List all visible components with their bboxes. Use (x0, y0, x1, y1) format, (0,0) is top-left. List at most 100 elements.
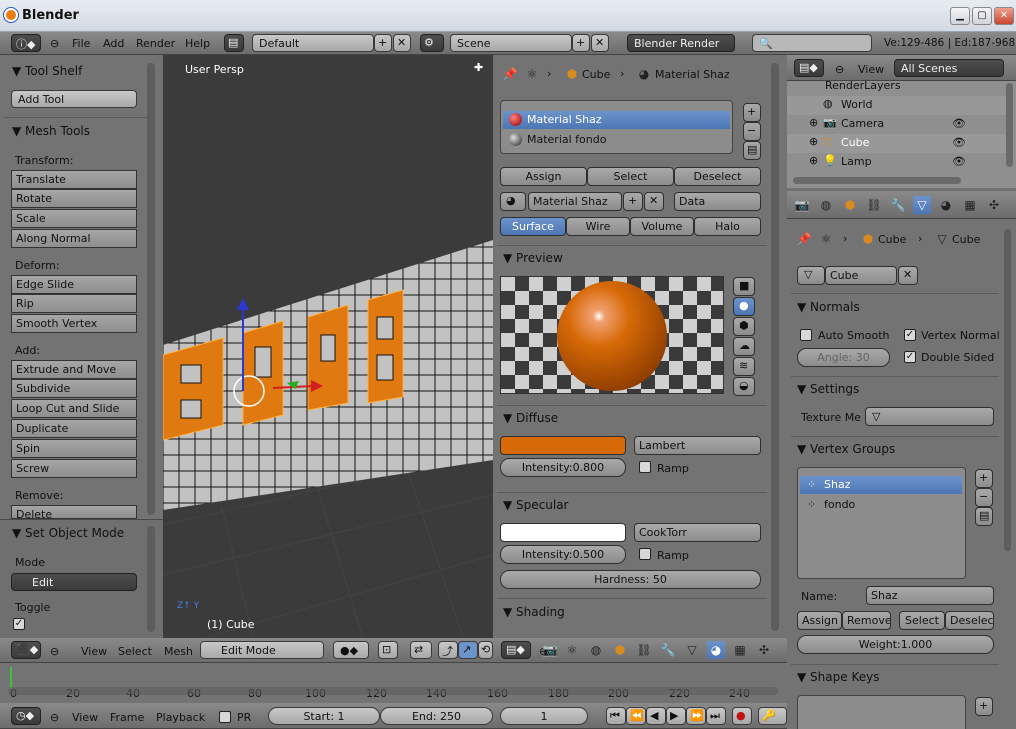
layers-tab-icon[interactable]: ⚛ (563, 641, 581, 659)
editor-type-3d-icon[interactable]: ⬛◆ (11, 641, 41, 659)
specular-panel-title[interactable]: ▼ Specular (503, 498, 569, 512)
add-shape-key-button[interactable]: + (975, 697, 993, 716)
close-window-button[interactable]: ✕ (994, 7, 1014, 25)
preview-sky-icon[interactable]: ◒ (733, 377, 755, 396)
unlink-mesh-button[interactable]: ✕ (898, 266, 918, 285)
tab-wire[interactable]: Wire (566, 217, 630, 236)
tab-halo[interactable]: Halo (694, 217, 761, 236)
scene-select[interactable]: Scene (450, 34, 572, 52)
preview-sphere-icon[interactable]: ● (733, 297, 755, 316)
vertex-normal-checkbox[interactable]: ✓ (904, 329, 916, 341)
new-material-button[interactable]: + (623, 192, 643, 211)
outliner-row-world[interactable]: ◍ World (787, 96, 1007, 115)
maximize-button[interactable]: ▢ (972, 7, 992, 25)
set-object-mode-title[interactable]: ▼ Set Object Mode (12, 526, 124, 540)
rotate-manipulator-icon[interactable]: ⟲ (478, 641, 493, 659)
physics-tab-icon[interactable]: ✣ (755, 641, 773, 659)
object-tab-icon[interactable]: ⬢ (841, 196, 859, 214)
material-slot-shaz[interactable]: Material Shaz (503, 111, 730, 129)
vg-assign-button[interactable]: Assign (797, 611, 842, 630)
constraints-tab-icon[interactable]: ⛓ (635, 641, 653, 659)
visibility-eye-icon[interactable]: 👁 (952, 136, 966, 149)
render-tab-icon[interactable]: 📷 (541, 641, 559, 659)
shading-panel-title[interactable]: ▼ Shading (503, 605, 565, 619)
timeline-scrollbar[interactable] (8, 687, 778, 695)
double-sided-checkbox[interactable]: ✓ (904, 351, 916, 363)
material-tab-icon[interactable]: ◕ (937, 196, 955, 214)
collapse-3d-icon[interactable]: ⊖ (50, 645, 59, 658)
diffuse-shader-select[interactable]: Lambert (634, 436, 761, 455)
interaction-mode-select[interactable]: Edit Mode (200, 641, 324, 659)
expand-icon[interactable]: ⊕ (809, 135, 818, 148)
vertex-group-shaz[interactable]: ⁘ Shaz (800, 476, 962, 494)
outliner-row-renderlayers[interactable]: RenderLayers (787, 81, 1007, 95)
remove-scene-button[interactable]: ✕ (591, 34, 609, 52)
remove-slot-button[interactable]: − (743, 122, 761, 141)
vertex-group-specials-icon[interactable]: ▤ (975, 507, 993, 526)
outliner-v-scrollbar[interactable] (1006, 83, 1013, 167)
tab-volume[interactable]: Volume (630, 217, 694, 236)
scale-button[interactable]: Scale (11, 209, 137, 228)
vg-remove-button[interactable]: Remove (842, 611, 891, 630)
add-vertex-group-button[interactable]: + (975, 469, 993, 488)
mesh-data-tab-icon[interactable]: ▽ (913, 196, 931, 214)
preview-cube-icon[interactable]: ⬢ (733, 317, 755, 336)
timeline[interactable]: 0 20 40 60 80 100 120 140 160 180 200 22… (0, 663, 787, 703)
weight-slider[interactable]: Weight:1.000 (797, 635, 994, 654)
unlink-material-button[interactable]: ✕ (644, 192, 664, 211)
mesh-name-field[interactable]: Cube (825, 266, 897, 285)
texture-tab-icon[interactable]: ▦ (731, 641, 749, 659)
editor-type-props-icon[interactable]: ▤◆ (501, 641, 531, 659)
pin-icon[interactable]: 📌 (795, 230, 813, 248)
limit-selection-icon[interactable]: ⇄ (410, 641, 432, 659)
collapse-icon[interactable]: ⊖ (50, 37, 59, 50)
menu-view-outliner[interactable]: View (858, 63, 884, 76)
jump-start-icon[interactable]: ⏮ (606, 707, 626, 725)
menu-view-3d[interactable]: View (81, 645, 107, 658)
angle-slider[interactable]: Angle: 30 (797, 348, 890, 367)
menu-mesh-3d[interactable]: Mesh (164, 645, 193, 658)
toggle-checkbox[interactable]: ✓ (13, 618, 25, 630)
editor-type-info-icon[interactable]: ⓘ◆ (11, 34, 41, 52)
along-normal-button[interactable]: Along Normal (11, 229, 137, 248)
vertex-group-fondo[interactable]: ⁘ fondo (800, 496, 962, 514)
duplicate-button[interactable]: Duplicate (11, 419, 137, 438)
search-field[interactable]: 🔍 (752, 34, 872, 52)
tool-shelf-scrollbar[interactable] (147, 63, 155, 515)
minimize-button[interactable]: ▁ (950, 7, 970, 25)
vg-select-button[interactable]: Select (899, 611, 945, 630)
material-slot-fondo[interactable]: Material fondo (503, 131, 730, 149)
expand-icon[interactable]: ⊕ (809, 116, 818, 129)
menu-add[interactable]: Add (103, 37, 124, 50)
deselect-material-button[interactable]: Deselect (674, 167, 761, 186)
spin-button[interactable]: Spin (11, 439, 137, 458)
scene-icon[interactable]: ⚙ (420, 34, 444, 52)
specular-ramp-checkbox[interactable] (639, 548, 651, 560)
tab-surface[interactable]: Surface (500, 217, 566, 236)
modifiers-tab-icon[interactable]: 🔧 (889, 196, 907, 214)
translate-manipulator-icon[interactable]: ↗ (458, 641, 478, 659)
material-browse-icon[interactable]: ◕ (500, 192, 526, 211)
material-name-field[interactable]: Material Shaz (528, 192, 622, 211)
preview-range-checkbox[interactable] (219, 711, 231, 723)
collapse-outliner-icon[interactable]: ⊖ (835, 63, 844, 76)
vg-deselect-button[interactable]: Deselect (945, 611, 994, 630)
menu-frame[interactable]: Frame (110, 711, 144, 724)
menu-help[interactable]: Help (185, 37, 210, 50)
translate-button[interactable]: Translate (11, 170, 137, 189)
pivot-icon[interactable]: ⊡ (378, 641, 398, 659)
remove-screen-button[interactable]: ✕ (393, 34, 411, 52)
render-tab-icon[interactable]: 📷 (793, 196, 811, 214)
editor-type-outliner-icon[interactable]: ▤◆ (794, 59, 824, 77)
diffuse-ramp-checkbox[interactable] (639, 461, 651, 473)
jump-next-key-icon[interactable]: ⏩ (686, 707, 706, 725)
outliner-row-cube[interactable]: ⊕ ▽ Cube 👁 (787, 134, 1007, 153)
normals-panel-title[interactable]: ▼ Normals (797, 300, 860, 314)
preview-monkey-icon[interactable]: ☁ (733, 337, 755, 356)
menu-file[interactable]: File (72, 37, 90, 50)
keying-set-icon[interactable]: 🔑 (758, 707, 787, 725)
auto-smooth-checkbox[interactable] (800, 329, 812, 341)
editor-type-timeline-icon[interactable]: ◷◆ (11, 707, 41, 725)
loop-cut-button[interactable]: Loop Cut and Slide (11, 399, 137, 418)
mesh-data-scrollbar[interactable] (1004, 229, 1011, 551)
